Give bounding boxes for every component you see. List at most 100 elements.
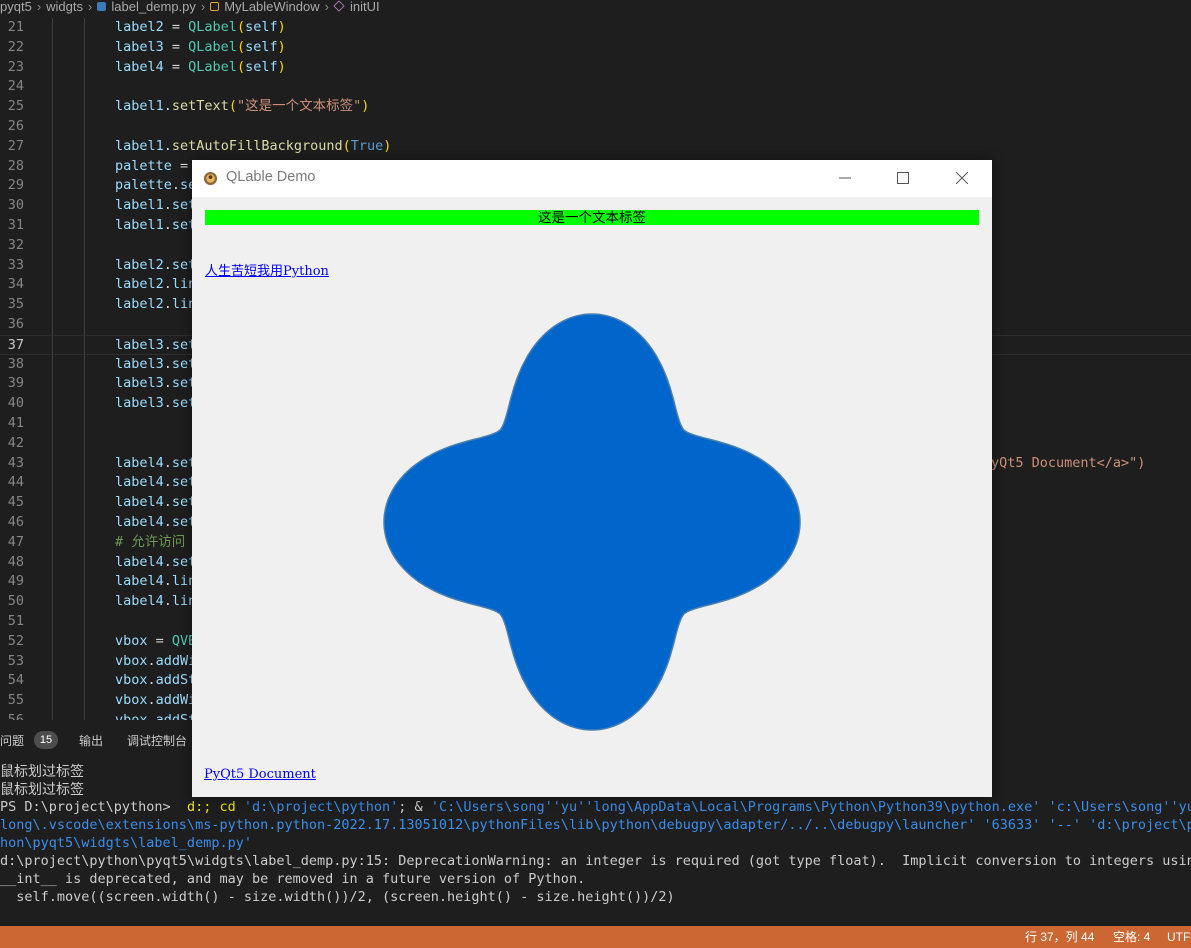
line-number: 39	[7, 375, 24, 392]
code-text: label3.set	[115, 375, 197, 392]
code-line[interactable]: 22 label3 = QLabel(self)	[0, 37, 1191, 58]
maximize-button[interactable]	[874, 160, 932, 197]
line-number: 46	[7, 514, 24, 530]
tab-problems[interactable]: 问题	[0, 732, 24, 749]
line-number: 48	[7, 553, 24, 570]
line-number: 50	[7, 593, 24, 610]
line-number: 40	[7, 395, 24, 412]
blue-shape-image	[383, 313, 801, 731]
breadcrumb-item-method[interactable]: initUI	[350, 0, 380, 14]
code-text: label4.set	[115, 553, 197, 570]
maximize-icon	[897, 172, 909, 184]
status-bar: 行 37，列 44 空格: 4 UTF-	[0, 926, 1191, 948]
code-text: label1.set	[115, 197, 197, 214]
line-number: 54	[7, 672, 24, 689]
code-text: label1.setText("这是一个文本标签")	[115, 98, 370, 115]
line-number: 32	[7, 236, 24, 253]
line-number: 25	[7, 98, 24, 115]
chevron-right-icon: ›	[200, 0, 206, 14]
terminal-line: 鼠标划过标签	[0, 781, 84, 797]
line-number: 42	[7, 434, 24, 451]
code-text: label1.set	[115, 217, 197, 233]
pyqt5-document-link[interactable]: PyQt5 Document	[204, 767, 316, 782]
window-title: QLable Demo	[226, 169, 316, 185]
breadcrumb-item-class[interactable]: MyLableWindow	[224, 0, 319, 14]
code-text: vbox.addWi	[115, 692, 197, 709]
code-text: label2.lin	[115, 276, 197, 293]
code-text: palette =	[115, 157, 197, 174]
line-number: 43	[7, 454, 24, 471]
code-text: vbox.addSt	[115, 672, 197, 689]
line-number: 31	[7, 217, 24, 233]
chevron-right-icon: ›	[324, 0, 329, 14]
line-number: 21	[7, 19, 24, 35]
line-number: 38	[7, 355, 24, 372]
terminal-line: 鼠标划过标签	[0, 763, 84, 779]
line-number: 55	[7, 692, 24, 709]
line-number: 53	[7, 652, 24, 669]
code-text: label2.lin	[115, 296, 197, 313]
code-text: vbox = QVB	[115, 632, 197, 649]
minimize-button[interactable]	[816, 160, 874, 197]
breadcrumb-item-file[interactable]: label_demp.py	[111, 0, 196, 14]
line-number: 23	[7, 58, 24, 75]
tab-debug-console[interactable]: 调试控制台	[127, 732, 187, 749]
line-number: 30	[7, 197, 24, 214]
line-number: 26	[7, 118, 24, 134]
code-text: # 允许访问	[115, 533, 186, 550]
terminal-warning-line: __int__ is deprecated, and may be remove…	[0, 871, 586, 887]
code-text: label4.set	[115, 494, 197, 511]
method-icon	[333, 0, 345, 12]
close-button[interactable]	[933, 160, 991, 197]
code-text: label3 = QLabel(self)	[115, 38, 286, 55]
breadcrumb-item-folder[interactable]: pyqt5	[0, 0, 32, 14]
code-line[interactable]: 24	[0, 77, 1191, 98]
code-text: label2 = QLabel(self)	[115, 19, 286, 35]
code-text: label4.lin	[115, 593, 197, 610]
code-text: label4.lin	[115, 573, 197, 590]
code-line[interactable]: 26	[0, 117, 1191, 137]
minimize-icon	[839, 177, 851, 179]
code-text: label1.setAutoFillBackground(True)	[115, 137, 392, 154]
python-file-icon	[97, 2, 107, 11]
code-text: vbox.addWi	[115, 652, 197, 669]
code-text: label3.set	[115, 336, 197, 353]
code-text: label4.set	[115, 474, 197, 491]
code-text: label4.set	[115, 454, 197, 471]
code-text: palette.se	[115, 177, 197, 194]
indentation-setting[interactable]: 空格: 4	[1113, 926, 1150, 948]
line-number: 24	[7, 78, 24, 95]
chevron-right-icon: ›	[36, 0, 42, 14]
code-text: label3.set	[115, 395, 197, 412]
class-icon	[210, 2, 220, 11]
code-line[interactable]: 23 label4 = QLabel(self)	[0, 57, 1191, 78]
python-app-icon	[203, 171, 218, 186]
line-number: 36	[7, 316, 24, 332]
code-text: label4.set	[115, 514, 197, 530]
line-number: 56	[7, 712, 24, 720]
terminal-command-line: PS D:\project\python> d:; cd 'd:\project…	[0, 799, 1191, 815]
line-number: 41	[7, 415, 24, 431]
problems-count-badge: 15	[34, 731, 58, 749]
line-number: 33	[7, 256, 24, 273]
cursor-position[interactable]: 行 37，列 44	[1025, 926, 1094, 948]
window-titlebar[interactable]: QLable Demo	[192, 160, 992, 197]
line-number: 34	[7, 276, 24, 293]
tab-output[interactable]: 输出	[79, 732, 103, 749]
code-text: yQt5 Document</a>")	[991, 454, 1146, 471]
python-link[interactable]: 人生苦短我用Python	[205, 260, 329, 279]
code-text: label4 = QLabel(self)	[115, 58, 286, 75]
code-line[interactable]: 25 label1.setText("这是一个文本标签")	[0, 97, 1191, 117]
terminal-line: long\.vscode\extensions\ms-python.python…	[0, 817, 1191, 833]
encoding-setting[interactable]: UTF-	[1167, 926, 1191, 948]
breadcrumb: pyqt5 › widgts › label_demp.py › MyLableWindow…	[0, 0, 1191, 16]
code-line[interactable]: 27 label1.setAutoFillBackground(True)	[0, 136, 1191, 157]
code-text: label3.set	[115, 355, 197, 372]
code-line[interactable]: 21 label2 = QLabel(self)	[0, 18, 1191, 38]
breadcrumb-item-folder[interactable]: widgts	[46, 0, 83, 14]
text-label: 这是一个文本标签	[205, 210, 979, 225]
line-number: 47	[7, 533, 24, 550]
line-number: 29	[7, 177, 24, 194]
line-number: 37	[7, 336, 24, 353]
code-text: label2.set	[115, 256, 197, 273]
